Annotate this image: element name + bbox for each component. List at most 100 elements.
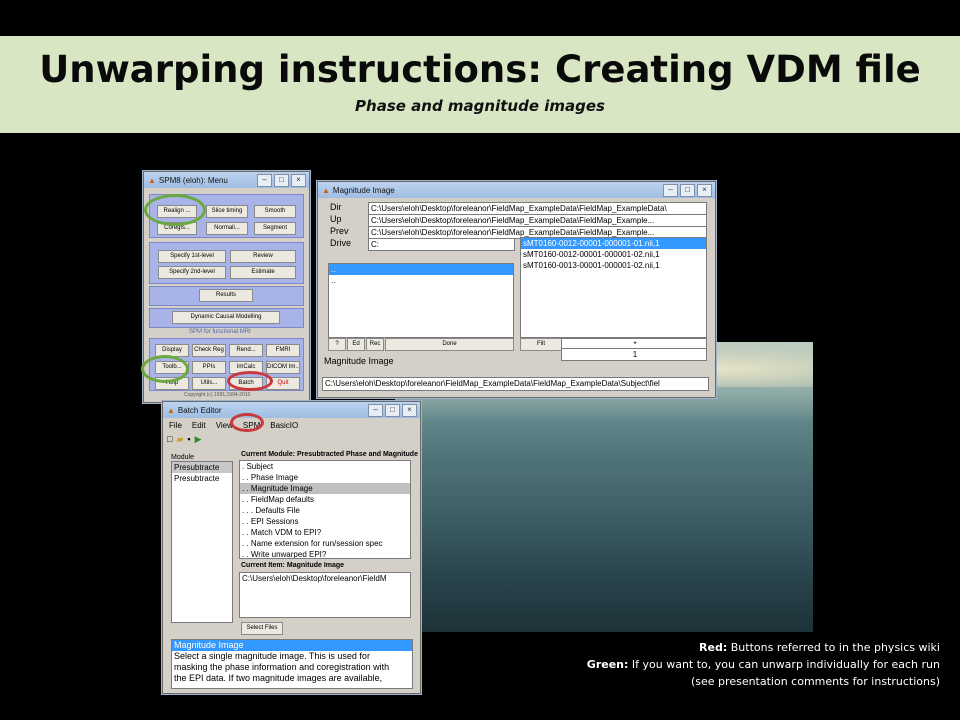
prev-label: Prev [330,226,349,236]
specify-2nd-level-button[interactable]: Specify 2nd-level [158,266,226,279]
open-folder-icon[interactable]: ▰ [176,434,183,445]
slice-timing-button[interactable]: Slice timing [206,205,248,218]
segment-button[interactable]: Segment [254,222,296,235]
smooth-button[interactable]: Smooth [254,205,296,218]
directory-list[interactable]: .. .. [328,263,514,338]
batch-editor-title: Batch Editor [177,405,222,415]
normalise-button[interactable]: Normali... [206,222,248,235]
results-button[interactable]: Results [199,289,253,302]
file-list-item[interactable]: sMT0160-0012-00001-000001-02.nii,1 [521,249,706,260]
close-icon[interactable]: × [697,184,712,197]
batch-editor-window: ▲ Batch Editor – □ × File Edit View SPM Ba… [162,401,421,694]
close-icon[interactable]: × [402,404,417,417]
magnitude-window-title: Magnitude Image [332,185,395,195]
review-button[interactable]: Review [230,250,296,263]
fmri-select[interactable]: FMRI [266,344,300,357]
file-list[interactable]: sMT0160-0012-00001-000001-01.nii,1 sMT01… [520,237,707,338]
help-line: masking the phase information and coregi… [174,662,390,672]
tree-item[interactable]: . . EPI Sessions [240,516,410,527]
select-files-button[interactable]: Select Files [241,622,283,635]
spm-menu-title: SPM8 (eloh): Menu [158,175,228,185]
dcm-button[interactable]: Dynamic Causal Modelling [172,311,280,324]
batch-editor-titlebar: ▲ Batch Editor – □ × [163,402,420,418]
color-legend: Red: Buttons referred to in the physics … [587,639,940,690]
tree-item[interactable]: . . Magnitude Image [240,483,410,494]
slide-subtitle: Phase and magnitude images [355,97,605,115]
legend-red-label: Red: [699,641,728,654]
matlab-icon: ▲ [167,405,175,415]
dir-list-item[interactable]: .. [329,275,513,286]
batch-toolbar: □ ▰ ▪ ▶ [167,434,201,445]
maximize-icon[interactable]: □ [274,174,289,187]
menu-edit[interactable]: Edit [192,421,206,430]
spm-menu-titlebar: ▲ SPM8 (eloh): Menu – □ × [144,172,309,188]
frames-field[interactable]: 1 [561,348,707,361]
matlab-icon: ▲ [148,175,156,185]
dicom-import-button[interactable]: DICOM Im... [266,361,300,374]
magnitude-prompt: Magnitude Image [324,356,394,366]
rec-button[interactable]: Rec [366,338,384,351]
minimize-icon[interactable]: – [368,404,383,417]
legend-red-text: Buttons referred to in the physics wiki [730,641,940,654]
matlab-icon: ▲ [322,185,330,195]
menu-basicio[interactable]: BasicIO [270,421,298,430]
magnitude-titlebar: ▲ Magnitude Image – □ × [318,182,715,198]
tree-item[interactable]: . . Phase Image [240,472,410,483]
drive-select[interactable]: C: [368,238,515,251]
tree-item[interactable]: . . . Defaults File [240,505,410,516]
estimate-button[interactable]: Estimate [230,266,296,279]
slide-title: Unwarping instructions: Creating VDM fil… [39,48,921,91]
file-list-item[interactable]: sMT0160-0013-00001-000001-02.nii,1 [521,260,706,271]
help-question-button[interactable]: ? [328,338,346,351]
current-item-value[interactable]: C:\Users\eloh\Desktop\foreleanor\FieldM [240,573,410,584]
new-file-icon[interactable]: □ [167,434,172,445]
menu-file[interactable]: File [169,421,182,430]
dir-list-item[interactable]: .. [329,264,513,275]
minimize-icon[interactable]: – [663,184,678,197]
file-list-item[interactable]: sMT0160-0012-00001-000001-01.nii,1 [521,238,706,249]
module-list[interactable]: Presubtracte Presubtracte [171,461,233,623]
ppis-button[interactable]: PPIs [192,361,226,374]
legend-red-line: Red: Buttons referred to in the physics … [587,639,940,656]
legend-note: (see presentation comments for instructi… [691,675,940,688]
tree-item[interactable]: . . Match VDM to EPI? [240,527,410,538]
check-reg-button[interactable]: Check Reg [192,344,226,357]
render-button[interactable]: Rend... [229,344,263,357]
module-tree[interactable]: . Subject . . Phase Image . . Magnitude … [239,460,411,559]
module-header: Module [171,454,194,461]
spm-copyright: Copyright (c) 1991,1994-2010 [184,392,251,398]
selected-path-field[interactable]: C:\Users\eloh\Desktop\foreleanor\FieldMa… [322,377,709,391]
legend-green-label: Green: [586,658,629,671]
dir-label: Dir [330,202,342,212]
drive-label: Drive [330,238,352,248]
module-list-item[interactable]: Presubtracte [172,462,232,473]
help-line: Select a single magnitude image. This is… [174,651,370,661]
utils-button[interactable]: Utils... [192,377,226,390]
help-title: Magnitude Image [172,640,412,651]
magnitude-image-window: ▲ Magnitude Image – □ × Dir Up Prev Drive … [317,181,716,398]
minimize-icon[interactable]: – [257,174,272,187]
done-button[interactable]: Done [385,338,514,351]
save-icon[interactable]: ▪ [187,434,190,445]
tree-item[interactable]: . . Write unwarped EPI? [240,549,410,558]
tree-item[interactable]: . . FieldMap defaults [240,494,410,505]
specify-1st-level-button[interactable]: Specify 1st-level [158,250,226,263]
run-icon[interactable]: ▶ [195,434,202,445]
current-module-header: Current Module: Presubtracted Phase and … [241,451,418,458]
maximize-icon[interactable]: □ [680,184,695,197]
red-highlight-spm-menu [230,413,264,432]
ed-button[interactable]: Ed [347,338,365,351]
maximize-icon[interactable]: □ [385,404,400,417]
current-item-header: Current Item: Magnitude Image [241,562,345,569]
tree-item[interactable]: . Subject [240,461,410,472]
close-icon[interactable]: × [291,174,306,187]
red-highlight-batch [227,371,273,391]
current-item-box[interactable]: C:\Users\eloh\Desktop\foreleanor\FieldM [239,572,411,618]
module-list-item[interactable]: Presubtracte [172,473,232,484]
green-highlight-realign [144,194,206,226]
help-line: the EPI data. If two magnitude images ar… [174,673,383,683]
green-highlight-toolbox [141,355,189,383]
title-banner: Unwarping instructions: Creating VDM fil… [0,36,960,133]
filt-button[interactable]: Filt [520,338,562,351]
tree-item[interactable]: . . Name extension for run/session spec [240,538,410,549]
